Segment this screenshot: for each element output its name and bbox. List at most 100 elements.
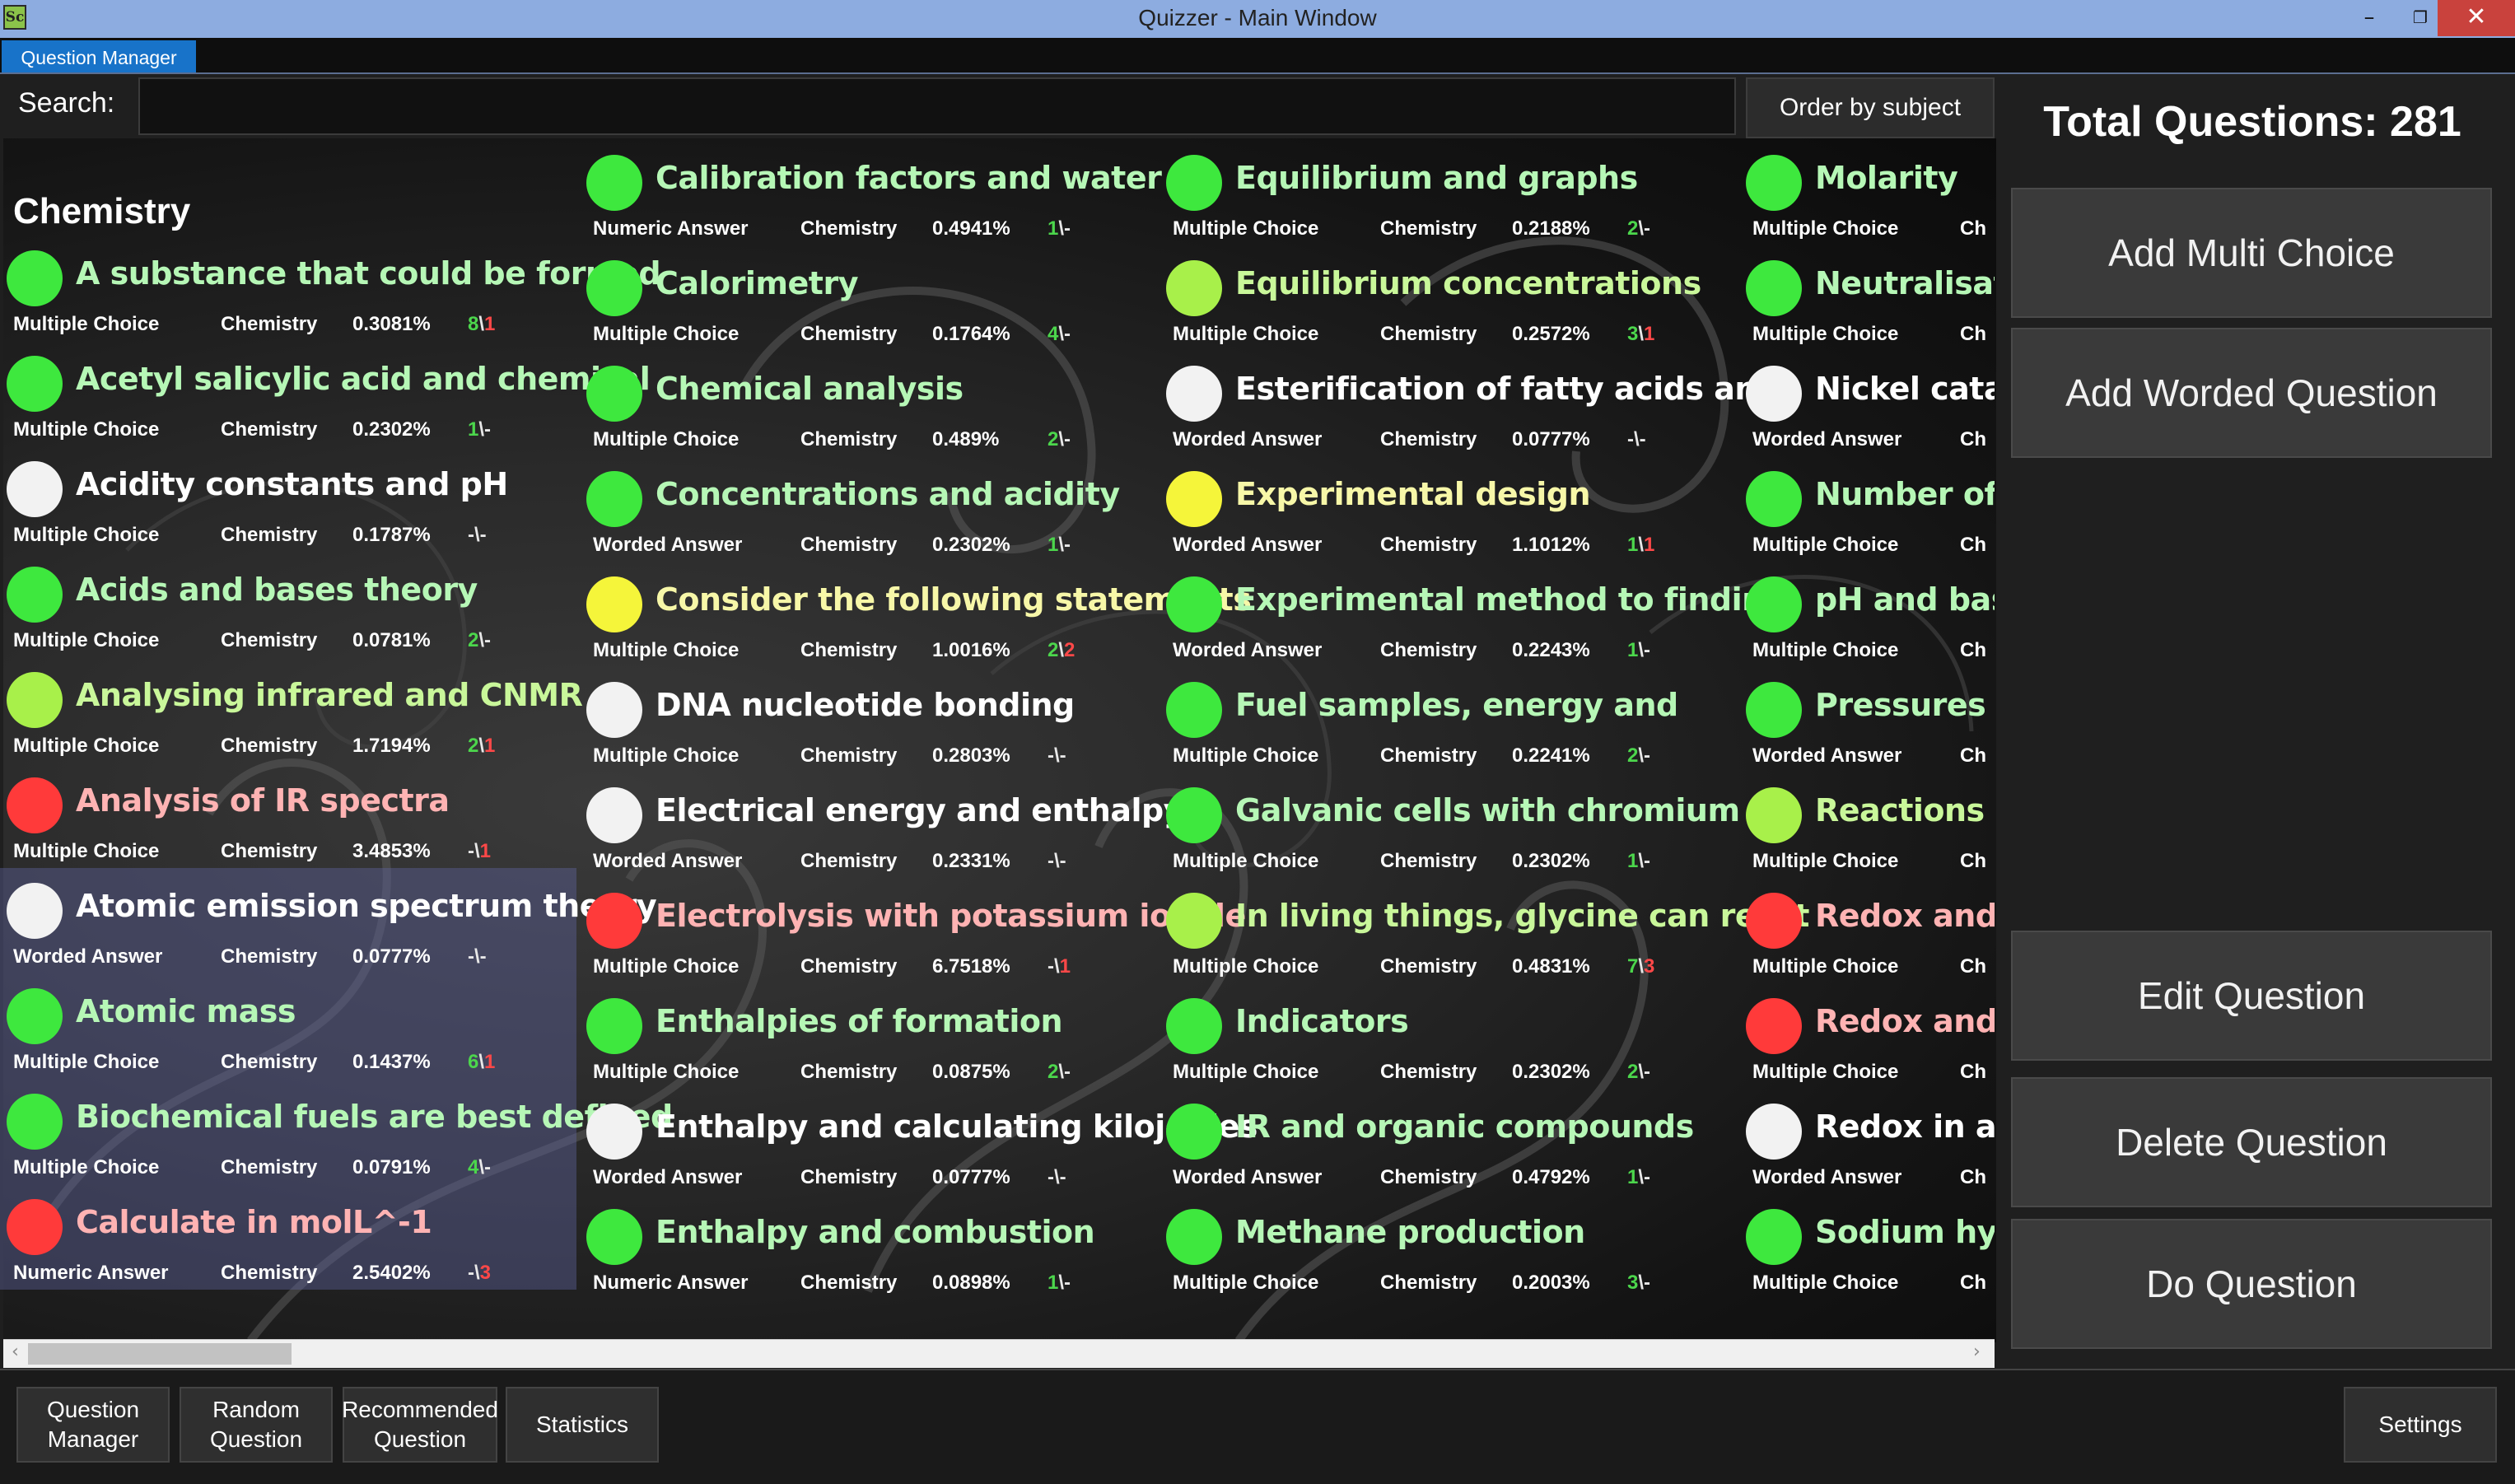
status-dot-icon xyxy=(1746,893,1802,949)
question-card[interactable]: Calorimetry Multiple Choice Chemistry 0.176… xyxy=(580,245,1156,351)
add-multi-choice-button[interactable]: Add Multi Choice xyxy=(2011,188,2492,318)
question-card[interactable]: Nickel cataly Worded Answer Ch xyxy=(1739,351,1995,456)
horizontal-scrollbar[interactable]: ‹ › xyxy=(3,1339,1995,1368)
question-card[interactable]: Esterification of fatty acids and Worded … xyxy=(1160,351,1779,456)
question-weight: 0.2243% xyxy=(1512,639,1590,661)
question-subject: Chemistry xyxy=(221,524,318,546)
question-subject: Chemistry xyxy=(800,217,898,240)
question-subject: Chemistry xyxy=(1380,744,1477,767)
status-dot-icon xyxy=(586,682,642,738)
question-card[interactable]: Acidity constants and pH Multiple Choice C… xyxy=(0,446,576,552)
question-card[interactable]: Calibration factors and water Numeric Ans… xyxy=(580,140,1162,245)
question-card[interactable]: Neutralisatio Multiple Choice Ch xyxy=(1739,245,1995,351)
scroll-left-icon[interactable]: ‹ xyxy=(12,1342,19,1362)
correct-count: 2 xyxy=(1627,744,1639,767)
question-card[interactable]: Sodium hydr Multiple Choice Ch xyxy=(1739,1194,1995,1300)
total-questions-count: Total Questions: 281 xyxy=(2043,98,2461,146)
question-weight: 0.4792% xyxy=(1512,1166,1590,1188)
question-card[interactable]: Redox and el Multiple Choice Ch xyxy=(1739,878,1995,983)
question-card[interactable]: Number of a Multiple Choice Ch xyxy=(1739,456,1995,562)
question-card[interactable]: Indicators Multiple Choice Chemistry 0.2302… xyxy=(1160,983,1736,1089)
question-grid: Chemistry A substance that could be form… xyxy=(0,140,1995,1339)
question-card[interactable]: pH and basic Multiple Choice Ch xyxy=(1739,562,1995,667)
status-dot-icon xyxy=(7,1199,63,1255)
question-card[interactable]: Experimental method to finding Worded Ans… xyxy=(1160,562,1786,667)
question-card[interactable]: Fuel samples, energy and Multiple Choice C… xyxy=(1160,667,1736,772)
settings-button[interactable]: Settings xyxy=(2344,1387,2497,1463)
question-type: Numeric Answer xyxy=(593,217,749,240)
question-card[interactable]: Redox and p Multiple Choice Ch xyxy=(1739,983,1995,1089)
wrong-count: - xyxy=(1064,428,1071,450)
search-input[interactable] xyxy=(138,77,1736,135)
nav-random-question-button[interactable]: Random Question xyxy=(180,1387,333,1463)
question-card[interactable]: Enthalpy and calculating kilojoules Worde… xyxy=(580,1089,1258,1194)
question-type: Multiple Choice xyxy=(1752,1272,1899,1294)
question-card[interactable]: Atomic mass Multiple Choice Chemistry 0.143… xyxy=(0,973,576,1079)
question-subject: Ch xyxy=(1960,323,1986,345)
wrong-count: - xyxy=(1064,1061,1071,1083)
edit-question-button[interactable]: Edit Question xyxy=(2011,931,2492,1061)
question-subject: Chemistry xyxy=(800,1061,898,1083)
question-weight: 0.3081% xyxy=(352,313,431,335)
question-card[interactable]: Pressures and Worded Answer Ch xyxy=(1739,667,1995,772)
question-score: 1\- xyxy=(1048,1272,1071,1295)
question-card[interactable]: Redox in alka Worded Answer Ch xyxy=(1739,1089,1995,1194)
question-card[interactable]: Atomic emission spectrum theory Worded An… xyxy=(0,868,657,973)
question-subject: Chemistry xyxy=(800,1272,898,1294)
question-type: Multiple Choice xyxy=(13,313,160,335)
question-card[interactable]: Galvanic cells with chromium Multiple Cho… xyxy=(1160,772,1740,878)
order-by-subject-button[interactable]: Order by subject xyxy=(1746,77,1995,138)
question-score: -\1 xyxy=(1048,955,1071,978)
nav-statistics-button[interactable]: Statistics xyxy=(506,1387,659,1463)
status-dot-icon xyxy=(7,672,63,728)
question-card[interactable]: Equilibrium concentrations Multiple Choic… xyxy=(1160,245,1736,351)
question-card[interactable]: Experimental design Worded Answer Chemistr… xyxy=(1160,456,1736,562)
question-card[interactable]: Molarity Multiple Choice Ch xyxy=(1739,140,1995,245)
question-card[interactable]: Concentrations and acidity Worded Answer C… xyxy=(580,456,1156,562)
question-card[interactable]: Calculate in molL^-1 Numeric Answer Chemis… xyxy=(0,1184,576,1290)
question-title: Calibration factors and water xyxy=(656,160,1162,196)
question-card[interactable]: Electrical energy and enthalpy Worded Ans… xyxy=(580,772,1183,878)
question-weight: 0.2803% xyxy=(932,744,1010,767)
scroll-right-icon[interactable]: › xyxy=(1973,1342,1981,1362)
question-card[interactable]: Analysing infrared and CNMR Multiple Choi… xyxy=(0,657,583,763)
question-card[interactable]: Consider the following statements Multipl… xyxy=(580,562,1252,667)
scrollbar-thumb[interactable] xyxy=(28,1343,292,1365)
question-card[interactable]: Enthalpies of formation Multiple Choice Ch… xyxy=(580,983,1156,1089)
question-title: In living things, glycine can react xyxy=(1235,898,1809,934)
question-card[interactable]: Acetyl salicylic acid and chemical Multip… xyxy=(0,341,651,446)
delete-question-button[interactable]: Delete Question xyxy=(2011,1077,2492,1207)
question-card[interactable]: In living things, glycine can react Multi… xyxy=(1160,878,1809,983)
minimize-button[interactable]: – xyxy=(2342,0,2396,36)
status-dot-icon xyxy=(7,777,63,833)
correct-count: 1 xyxy=(468,418,479,441)
question-card[interactable]: Biochemical fuels are best defined Multip… xyxy=(0,1079,673,1184)
do-question-button[interactable]: Do Question xyxy=(2011,1219,2492,1349)
tab-question-manager[interactable]: Question Manager xyxy=(2,40,196,73)
question-card[interactable]: Reactions Multiple Choice Ch xyxy=(1739,772,1995,878)
status-dot-icon xyxy=(1746,1104,1802,1160)
nav-recommended-question-button[interactable]: Recommended Question xyxy=(342,1387,498,1463)
question-card[interactable]: Acids and bases theory Multiple Choice Che… xyxy=(0,552,576,657)
add-worded-question-button[interactable]: Add Worded Question xyxy=(2011,328,2492,458)
score-separator: \ xyxy=(474,945,480,968)
question-card[interactable]: Chemical analysis Multiple Choice Chemistr… xyxy=(580,351,1156,456)
question-card[interactable]: Equilibrium and graphs Multiple Choice Che… xyxy=(1160,140,1736,245)
question-type: Multiple Choice xyxy=(1752,217,1899,240)
question-type: Multiple Choice xyxy=(1752,850,1899,872)
question-score: 2\- xyxy=(468,629,491,652)
question-card[interactable]: DNA nucleotide bonding Multiple Choice Che… xyxy=(580,667,1156,772)
question-card[interactable]: Electrolysis with potassium iodide Multip… xyxy=(580,878,1246,983)
status-dot-icon xyxy=(7,988,63,1044)
question-card[interactable]: IR and organic compounds Worded Answer Che… xyxy=(1160,1089,1736,1194)
close-button[interactable]: ✕ xyxy=(2438,0,2515,36)
question-subject: Chemistry xyxy=(221,629,318,651)
question-card[interactable]: A substance that could be formed Multiple… xyxy=(0,236,661,341)
wrong-count: 1 xyxy=(484,735,496,757)
question-type: Multiple Choice xyxy=(1752,1061,1899,1083)
question-card[interactable]: Methane production Multiple Choice Chemist… xyxy=(1160,1194,1736,1300)
question-card[interactable]: Enthalpy and combustion Numeric Answer Che… xyxy=(580,1194,1156,1300)
nav-question-manager-button[interactable]: Question Manager xyxy=(16,1387,170,1463)
question-card[interactable]: Analysis of IR spectra Multiple Choice Che… xyxy=(0,763,576,868)
question-title: Neutralisatio xyxy=(1815,265,1995,301)
